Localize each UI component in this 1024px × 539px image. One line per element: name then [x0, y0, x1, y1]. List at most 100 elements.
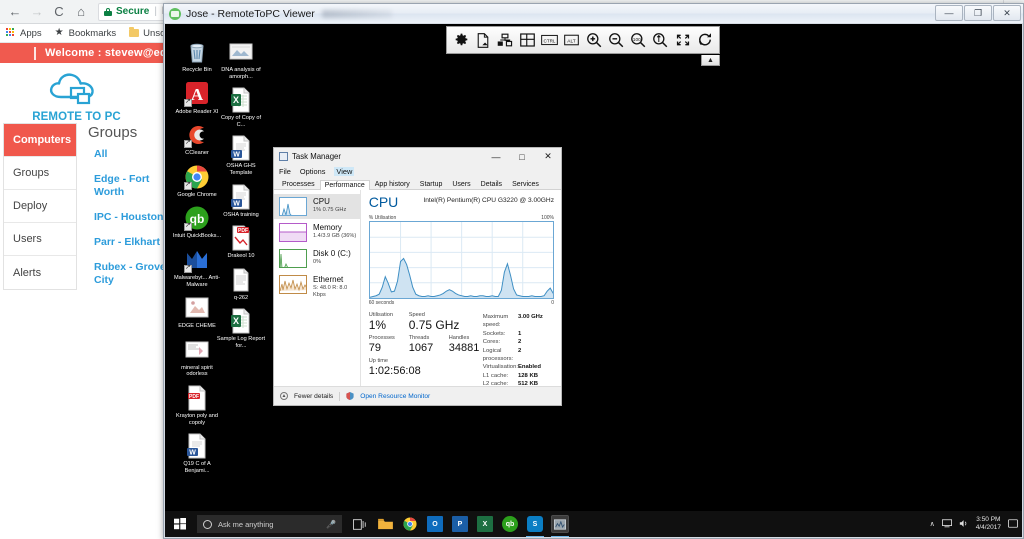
quickbooks-icon[interactable]: qb [502, 516, 518, 532]
zoom-100-icon[interactable]: 100 [629, 30, 647, 50]
task-manager-maximize-button[interactable]: □ [509, 148, 535, 165]
bookmark-bookmarks[interactable]: ★ Bookmarks [55, 28, 117, 39]
desktop-icon-label: mineral spirit odorless [172, 365, 222, 378]
desktop-icon-mineral-spirit[interactable]: mineral spirit odorless [172, 337, 222, 378]
volume-icon[interactable] [959, 519, 969, 530]
sidebar-item-deploy[interactable]: Deploy [4, 190, 76, 223]
desktop-icon-ccleaner[interactable]: CCleaner [172, 122, 222, 157]
remote-desktop-canvas[interactable]: CTRL ALT 100 [165, 24, 1022, 537]
desktop-icon-malwarebytes[interactable]: Malwarebyt... Anti-Malware [172, 247, 222, 288]
tab-services[interactable]: Services [507, 179, 544, 190]
desktop-icon-osha-ghs-template[interactable]: W OSHA GHS Template [216, 135, 266, 176]
task-manager-taskbar-icon[interactable] [552, 516, 568, 532]
bookmark-apps[interactable]: Apps [6, 28, 42, 39]
fewer-details-button[interactable]: Fewer details [294, 393, 333, 400]
zoom-fit-icon[interactable] [651, 30, 669, 50]
sidebar-item-alerts[interactable]: Alerts [4, 256, 76, 289]
cpu-thumbnail-graph [279, 197, 307, 216]
viewer-restore-button[interactable]: ❐ [964, 5, 992, 21]
desktop-icon-google-chrome[interactable]: Google Chrome [172, 164, 222, 199]
task-manager-app-icon [279, 152, 288, 161]
excel-icon[interactable]: X [477, 516, 493, 532]
desktop-icon-label: OSHA GHS Template [216, 163, 266, 176]
file-transfer-icon[interactable] [474, 30, 492, 50]
tray-chevron-icon[interactable]: ∧ [930, 520, 935, 528]
sidebar-item-groups[interactable]: Groups [4, 157, 76, 190]
viewer-window-controls: — ❐ ✕ [935, 5, 1021, 21]
desktop-icon-edge-cheme[interactable]: EDGE CHEME [172, 295, 222, 330]
menu-view[interactable]: View [334, 167, 354, 176]
start-button[interactable] [165, 511, 195, 537]
resource-item-cpu[interactable]: CPU 1% 0.75 GHz [274, 194, 360, 219]
quickbooks-icon: qb [184, 205, 210, 231]
task-view-icon[interactable] [352, 516, 368, 532]
resource-ethernet-detail: S: 48.0 R: 8.0 Kbps [313, 285, 357, 299]
powerpoint-icon[interactable]: P [452, 516, 468, 532]
viewer-title-bar[interactable]: Jose - RemoteToPC Viewer — ❐ ✕ [164, 4, 1023, 23]
shortcut-overlay-icon [184, 182, 192, 190]
sidebar-item-users[interactable]: Users [4, 223, 76, 256]
task-manager-menu-bar: File Options View [274, 165, 561, 177]
desktop-icon-quickbooks[interactable]: qb Intuit QuickBooks... [172, 205, 222, 240]
outlook-icon[interactable]: O [427, 516, 443, 532]
home-button[interactable]: ⌂ [70, 1, 92, 23]
spec-logical-processors: Logical processors:2 [483, 347, 554, 364]
open-resource-monitor-link[interactable]: Open Resource Monitor [360, 393, 430, 400]
desktop-icon-q-262[interactable]: q-262 [216, 267, 266, 302]
viewer-close-button[interactable]: ✕ [993, 5, 1021, 21]
zoom-out-icon[interactable] [607, 30, 625, 50]
task-manager-body: CPU 1% 0.75 GHz Memory 1.4/3.9 GB (36%) [274, 190, 561, 386]
tab-startup[interactable]: Startup [415, 179, 448, 190]
network-icon[interactable] [942, 519, 952, 530]
chrome-icon[interactable] [402, 516, 418, 532]
task-manager-title-bar[interactable]: Task Manager — □ ✕ [274, 148, 561, 165]
desktop-icon-copy-of-copy[interactable]: X Copy of Copy of C... [216, 87, 266, 128]
zoom-in-icon[interactable] [585, 30, 603, 50]
alt-key-button[interactable]: ALT [563, 30, 581, 50]
refresh-icon[interactable] [696, 30, 714, 50]
menu-file[interactable]: File [279, 167, 291, 176]
desktop-icon-label: DNA analysis of amorph... [216, 67, 266, 80]
desktop-icon-drakeol-10[interactable]: PDF Drakeol 10 [216, 225, 266, 260]
tab-processes[interactable]: Processes [277, 179, 320, 190]
tab-app-history[interactable]: App history [370, 179, 415, 190]
viewer-minimize-button[interactable]: — [935, 5, 963, 21]
skype-business-icon[interactable]: S [527, 516, 543, 532]
task-manager-minimize-button[interactable]: — [483, 148, 509, 165]
ctrl-key-button[interactable]: CTRL [541, 30, 559, 50]
shield-icon [346, 392, 354, 400]
desktop-icon-sample-log-report[interactable]: X Sample Log Report for... [216, 308, 266, 349]
reload-button[interactable]: C [48, 1, 70, 23]
tab-performance[interactable]: Performance [320, 180, 370, 191]
task-manager-icon[interactable] [496, 30, 514, 50]
resource-item-memory[interactable]: Memory 1.4/3.9 GB (36%) [274, 220, 360, 245]
desktop-icon-adobe-reader[interactable]: A Adobe Reader XI [172, 81, 222, 116]
action-center-icon[interactable] [1008, 519, 1018, 530]
desktop-icon-krayton-poly[interactable]: PDF Krayton poly and copoly [172, 385, 222, 426]
microphone-icon[interactable]: 🎤 [326, 520, 336, 529]
task-manager-tabs: Processes Performance App history Startu… [274, 177, 561, 190]
sidebar-item-computers[interactable]: Computers [4, 124, 76, 157]
windows-key-icon[interactable] [519, 30, 537, 50]
desktop-icon-dna-analysis[interactable]: DNA analysis of amorph... [216, 39, 266, 80]
settings-gear-icon[interactable] [452, 30, 470, 50]
resource-item-ethernet[interactable]: Ethernet S: 48.0 R: 8.0 Kbps [274, 272, 360, 302]
desktop-icon-q19-cofa[interactable]: W Q19 C of A Benjami... [172, 433, 222, 474]
file-explorer-icon[interactable] [377, 516, 393, 532]
menu-options[interactable]: Options [300, 167, 325, 176]
forward-button[interactable]: → [26, 1, 48, 23]
tab-users[interactable]: Users [447, 179, 475, 190]
toolbar-collapse-button[interactable]: ▲ [701, 55, 720, 66]
spec-max-speed-value: 3.00 GHz [518, 313, 554, 330]
excel-file-icon: X [228, 308, 254, 334]
resource-item-disk[interactable]: Disk 0 (C:) 0% [274, 246, 360, 271]
clock[interactable]: 3:50 PM 4/4/2017 [976, 516, 1001, 533]
desktop-icon-recycle-bin[interactable]: Recycle Bin [172, 39, 222, 74]
task-manager-close-button[interactable]: ✕ [535, 148, 561, 165]
tab-details[interactable]: Details [476, 179, 507, 190]
resource-disk-detail: 0% [313, 259, 351, 266]
desktop-icon-osha-training[interactable]: W OSHA training [216, 184, 266, 219]
back-button[interactable]: ← [4, 1, 26, 23]
search-input[interactable]: Ask me anything 🎤 [197, 515, 342, 533]
fullscreen-icon[interactable] [674, 30, 692, 50]
